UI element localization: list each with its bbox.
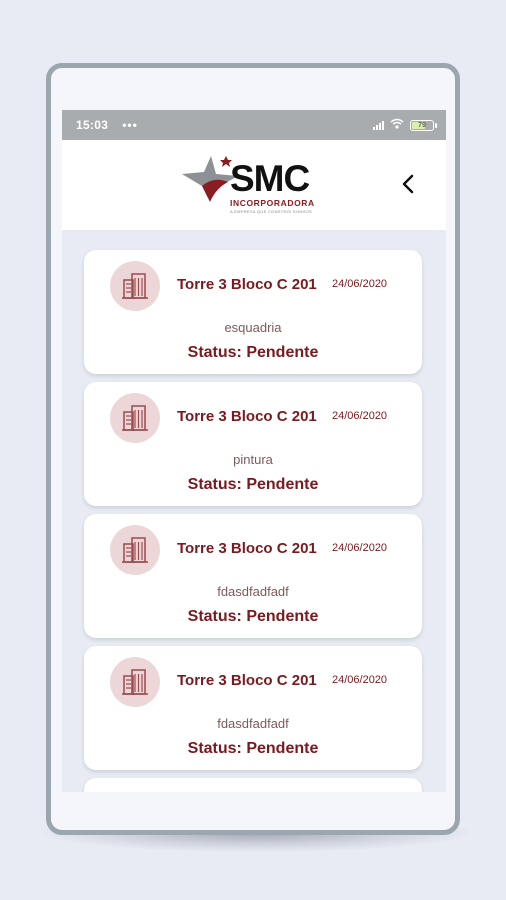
status-label: Status: Pendente [187,608,319,625]
status-dots: ••• [122,118,138,132]
building-icon [110,393,160,443]
wifi-icon [390,118,404,132]
back-button[interactable] [394,170,422,198]
date-label: 24/06/2020 [332,542,388,554]
unit-label: Torre 3 Bloco C 201 [177,672,317,689]
date-label: 24/06/2020 [332,410,388,422]
building-icon [110,657,160,707]
unit-label: Torre 3 Bloco C 201 [177,276,317,293]
date-label: 24/06/2020 [332,674,388,686]
list-item[interactable]: Torre 3 Bloco C 201 24/06/2020 fdasdfadf… [84,646,422,770]
unit-label: Torre 3 Bloco C 201 [177,408,317,425]
app-screen: 15:03 ••• 79 SMC INCORPORADORA A EMPRESA… [62,110,446,792]
description-label: esquadria [224,320,282,335]
logo-brand: SMC [230,158,310,199]
status-label: Status: Pendente [187,476,319,493]
list-item[interactable]: Torre 3 Bloco C 201 24/06/2020 fdasdfadf… [84,514,422,638]
signal-icon [373,120,384,130]
description-label: fdasdfadfadf [217,584,289,599]
battery-icon: 79 [410,119,437,131]
app-header: SMC INCORPORADORA A EMPRESA QUE CONSTRÓI… [62,140,446,230]
list-item-partial[interactable] [84,778,422,792]
status-label: Status: Pendente [187,740,319,757]
smc-logo: SMC INCORPORADORA A EMPRESA QUE CONSTRÓI… [180,154,330,216]
chevron-left-icon [402,174,414,194]
status-bar: 15:03 ••• 79 [62,110,446,140]
status-time: 15:03 [76,118,109,132]
building-icon [110,525,160,575]
unit-label: Torre 3 Bloco C 201 [177,540,317,557]
building-icon [110,261,160,311]
logo-tiny-text: A EMPRESA QUE CONSTRÓI SONHOS [230,209,313,214]
status-icons: 79 [373,118,437,132]
list-item[interactable]: Torre 3 Bloco C 201 24/06/2020 pintura S… [84,382,422,506]
issues-list: Torre 3 Bloco C 201 24/06/2020 esquadria… [84,250,424,792]
battery-level: 79 [418,121,426,129]
description-label: fdasdfadfadf [217,716,289,731]
logo-tagline: INCORPORADORA [230,198,315,208]
list-item[interactable]: Torre 3 Bloco C 201 24/06/2020 esquadria… [84,250,422,374]
date-label: 24/06/2020 [332,278,388,290]
description-label: pintura [233,452,273,467]
status-label: Status: Pendente [187,344,319,361]
